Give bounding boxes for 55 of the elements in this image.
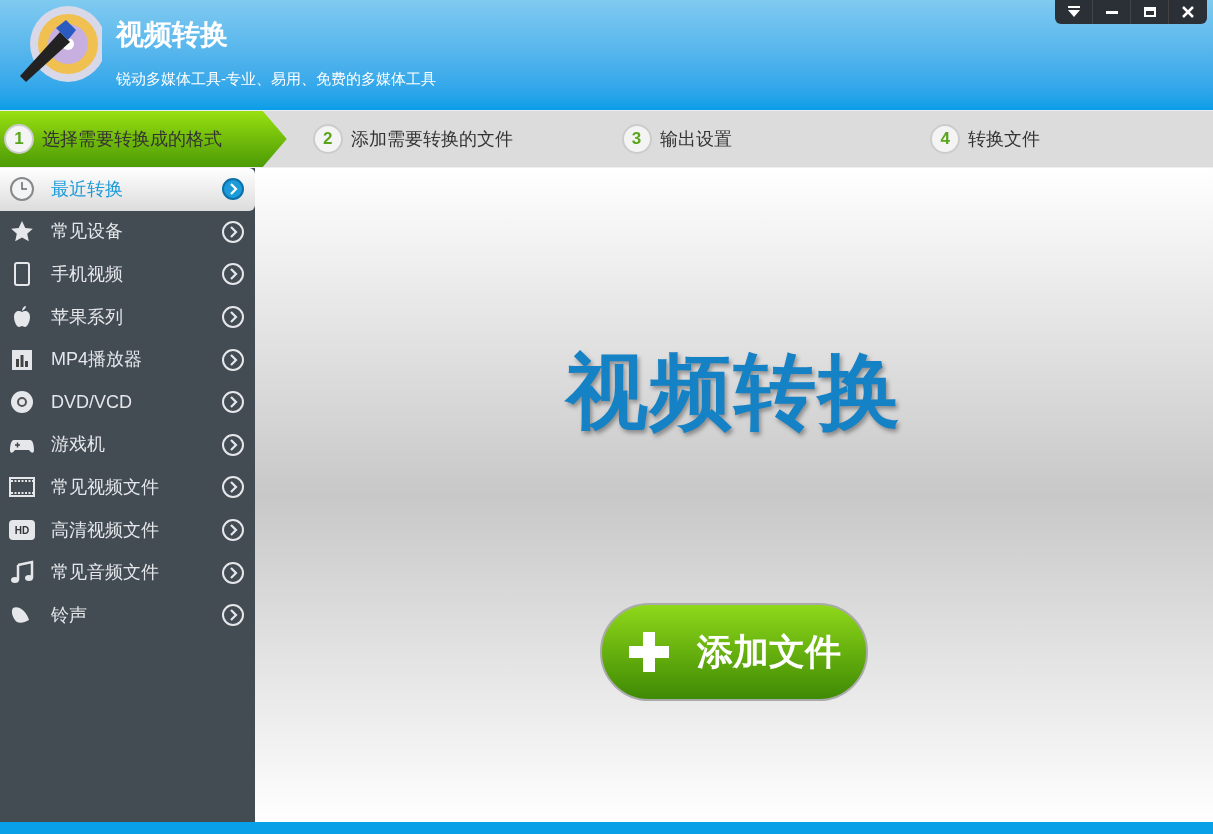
sidebar-label: 常见音频文件 [51, 561, 160, 585]
sidebar-item[interactable]: 铃声 [0, 593, 255, 637]
step-label: 输出设置 [659, 127, 732, 151]
sidebar-label: MP4播放器 [51, 348, 143, 372]
step-number: 1 [4, 124, 34, 154]
step-label: 选择需要转换成的格式 [42, 127, 222, 151]
sidebar-label: 最近转换 [51, 177, 124, 201]
sidebar-item[interactable]: 常见视频文件 [0, 466, 255, 509]
sidebar-label: DVD/VCD [51, 390, 133, 414]
chevron-circle-icon [221, 177, 245, 202]
sidebar-item[interactable]: 常见设备 [0, 210, 255, 254]
chevron-circle-icon [221, 475, 245, 500]
step-tab[interactable]: 3 输出设置 [595, 111, 905, 167]
hd-icon: HD [9, 520, 35, 541]
sidebar-item[interactable]: 游戏机 [0, 423, 255, 467]
step-number: 4 [930, 124, 961, 154]
step-number: 2 [312, 124, 343, 154]
chevron-circle-icon [221, 560, 245, 585]
music-note-icon [9, 559, 35, 586]
chevron-circle-icon [221, 262, 245, 287]
step-tab[interactable]: 4 转换文件 [904, 111, 1213, 167]
sidebar-item[interactable]: MP4播放器 [0, 338, 255, 381]
sidebar-item[interactable]: HD 高清视频文件 [0, 508, 255, 552]
plus-icon [627, 630, 671, 674]
clock-icon [9, 176, 35, 203]
sidebar-item[interactable]: 苹果系列 [0, 295, 255, 339]
sidebar-label: 铃声 [51, 603, 88, 627]
dropdown-icon [1065, 5, 1082, 19]
chevron-circle-icon [221, 219, 245, 244]
chevron-circle-icon [221, 390, 245, 415]
chevron-circle-icon [221, 432, 245, 457]
sidebar-item[interactable]: 常见音频文件 [0, 551, 255, 594]
maximize-icon [1141, 5, 1158, 19]
step-tab[interactable]: 1 选择需要转换成的格式 [0, 111, 287, 167]
sidebar-label: 高清视频文件 [51, 518, 160, 542]
sidebar-label: 常见设备 [51, 220, 124, 244]
sidebar-item[interactable]: 手机视频 [0, 253, 255, 296]
chevron-circle-icon [221, 603, 245, 628]
sidebar-label: 手机视频 [51, 263, 124, 286]
banner-title: 视频转换 [566, 345, 902, 439]
chevron-circle-icon [221, 347, 245, 372]
app-subtitle: 锐动多媒体工具-专业、易用、免费的多媒体工具 [116, 69, 436, 89]
step-number: 3 [621, 124, 652, 154]
sidebar-item[interactable]: DVD/VCD [0, 380, 255, 424]
sidebar-label: 游戏机 [51, 433, 106, 457]
app-title: 视频转换 [116, 18, 229, 52]
step-label: 转换文件 [968, 127, 1041, 151]
sidebar-label: 苹果系列 [51, 305, 124, 329]
disc-icon [9, 389, 35, 416]
chevron-circle-icon [221, 305, 245, 330]
step-tab[interactable]: 2 添加需要转换的文件 [286, 111, 596, 167]
sidebar-label: 常见视频文件 [51, 475, 160, 499]
step-label: 添加需要转换的文件 [350, 127, 513, 151]
chevron-circle-icon [221, 518, 245, 543]
close-icon [1180, 5, 1196, 19]
